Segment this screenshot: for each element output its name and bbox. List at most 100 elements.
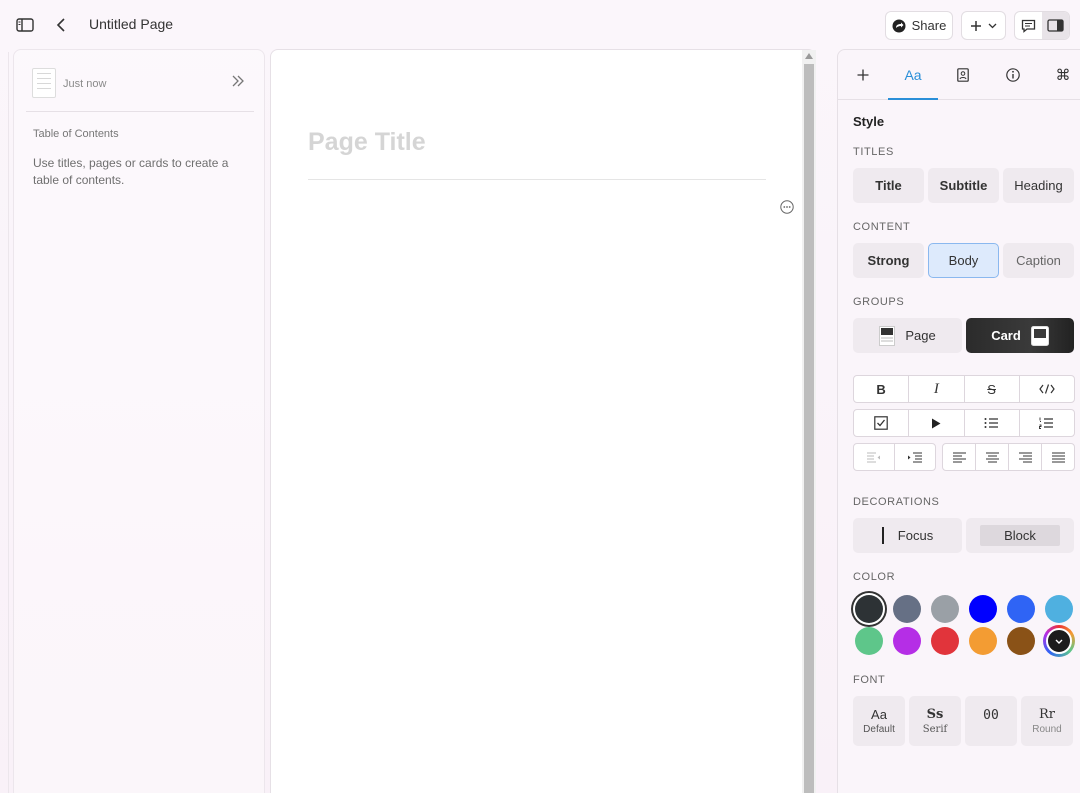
title-divider xyxy=(308,179,766,180)
font-default-button[interactable]: Aa Default xyxy=(853,696,905,746)
last-edited-timestamp: Just now xyxy=(63,78,107,90)
panel-toggle-icon[interactable] xyxy=(1042,12,1069,39)
comment-icon[interactable] xyxy=(1015,12,1042,39)
share-button[interactable]: Share xyxy=(885,11,953,40)
active-tab-indicator xyxy=(888,98,938,100)
image-icon xyxy=(957,68,969,82)
align-right-icon[interactable] xyxy=(1009,444,1042,470)
strong-style-button[interactable]: Strong xyxy=(853,243,924,278)
color-heading: COLOR xyxy=(853,571,896,583)
sidebar-divider xyxy=(26,111,254,112)
bullet-list-icon[interactable] xyxy=(965,410,1020,436)
align-left-icon[interactable] xyxy=(943,444,976,470)
body-style-button[interactable]: Body xyxy=(928,243,999,278)
font-serif-name: Serif xyxy=(922,724,948,735)
sidebar-toggle-icon[interactable] xyxy=(15,15,35,35)
color-swatch-sky-blue[interactable] xyxy=(1045,595,1073,623)
custom-color-picker[interactable] xyxy=(1043,625,1075,657)
card-group-button[interactable]: Card xyxy=(966,318,1074,353)
scrollbar-thumb[interactable] xyxy=(804,64,814,793)
numbered-list-icon[interactable] xyxy=(1020,410,1074,436)
font-serif-glyph: Ss xyxy=(926,707,944,722)
chevron-down-icon xyxy=(1046,628,1072,654)
font-default-glyph: Aa xyxy=(871,707,887,722)
panel-tabs: Aa ⌘ xyxy=(838,50,1080,100)
card-icon xyxy=(1030,325,1049,346)
title-style-button[interactable]: Title xyxy=(853,168,924,203)
color-swatch-charcoal[interactable] xyxy=(855,595,883,623)
plus-icon xyxy=(857,69,869,81)
color-swatch-green[interactable] xyxy=(855,627,883,655)
checkbox-icon[interactable] xyxy=(854,410,910,436)
focus-label: Focus xyxy=(897,528,934,543)
color-swatch-gray[interactable] xyxy=(931,595,959,623)
page-group-label: Page xyxy=(905,328,936,343)
font-serif-button[interactable]: Ss Serif xyxy=(909,696,961,746)
style-heading: Style xyxy=(853,114,885,129)
outdent-icon[interactable] xyxy=(854,444,895,470)
caption-style-button[interactable]: Caption xyxy=(1003,243,1074,278)
scroll-up-arrow-icon[interactable] xyxy=(805,53,813,59)
top-bar: Untitled Page Share xyxy=(0,0,1080,50)
tab-style[interactable]: Aa xyxy=(888,50,938,100)
justify-icon[interactable] xyxy=(1042,444,1074,470)
page-name[interactable]: Untitled Page xyxy=(89,16,173,32)
italic-icon[interactable]: I xyxy=(909,376,965,402)
color-swatch-slate[interactable] xyxy=(893,595,921,623)
titles-heading: TITLES xyxy=(853,146,894,158)
command-icon: ⌘ xyxy=(1055,67,1071,84)
tab-shortcuts[interactable]: ⌘ xyxy=(1038,50,1080,100)
subtitle-style-button[interactable]: Subtitle xyxy=(928,168,999,203)
bold-icon[interactable]: B xyxy=(854,376,910,402)
color-swatch-blue[interactable] xyxy=(969,595,997,623)
plus-icon xyxy=(971,20,981,31)
toc-title: Table of Contents xyxy=(33,128,119,140)
font-round-glyph: Rr xyxy=(1038,707,1055,722)
strikethrough-icon[interactable]: S xyxy=(965,376,1020,402)
page-title-placeholder[interactable]: Page Title xyxy=(308,128,426,157)
chevron-down-icon xyxy=(988,23,997,28)
share-icon xyxy=(892,19,906,32)
block-label: Block xyxy=(980,525,1060,546)
alignment-toolbar xyxy=(942,443,1075,471)
color-swatch-brown[interactable] xyxy=(1007,627,1035,655)
font-default-name: Default xyxy=(863,724,895,735)
more-options-icon[interactable] xyxy=(780,200,794,219)
font-heading: FONT xyxy=(853,674,886,686)
block-format-toolbar xyxy=(853,409,1075,437)
page-group-button[interactable]: Page xyxy=(853,318,962,353)
toggle-triangle-icon[interactable] xyxy=(909,410,965,436)
page-icon xyxy=(879,325,896,346)
indent-toolbar xyxy=(853,443,936,471)
document-thumbnail-icon[interactable] xyxy=(32,68,56,98)
card-group-label: Card xyxy=(991,328,1021,343)
text-format-toolbar: B I S xyxy=(853,375,1075,403)
focus-bar-icon xyxy=(881,527,884,544)
block-decoration-button[interactable]: Block xyxy=(966,518,1074,553)
heading-style-button[interactable]: Heading xyxy=(1003,168,1074,203)
left-sidebar: Just now Table of Contents Use titles, p… xyxy=(13,49,265,793)
font-round-name: Round xyxy=(1032,724,1062,735)
code-icon[interactable] xyxy=(1020,376,1074,402)
font-round-button[interactable]: Rr Round xyxy=(1021,696,1073,746)
focus-decoration-button[interactable]: Focus xyxy=(853,518,962,553)
indent-icon[interactable] xyxy=(895,444,935,470)
collapse-sidebar-icon[interactable] xyxy=(231,74,245,92)
toc-description: Use titles, pages or cards to create a t… xyxy=(33,156,229,187)
view-toggle-group xyxy=(1014,11,1070,40)
back-arrow-icon[interactable] xyxy=(52,15,70,35)
tab-insert[interactable] xyxy=(838,50,888,100)
font-mono-glyph: 00 xyxy=(983,708,999,723)
groups-heading: GROUPS xyxy=(853,296,905,308)
color-swatch-royal-blue[interactable] xyxy=(1007,595,1035,623)
tab-image[interactable] xyxy=(938,50,988,100)
align-center-icon[interactable] xyxy=(976,444,1009,470)
color-swatch-purple[interactable] xyxy=(893,627,921,655)
font-mono-button[interactable]: 00 xyxy=(965,696,1017,746)
style-panel: Aa ⌘ Style TITLES Title Subtitle Heading… xyxy=(837,49,1080,793)
add-menu-button[interactable] xyxy=(961,11,1006,40)
tab-info[interactable] xyxy=(988,50,1038,100)
color-swatch-orange[interactable] xyxy=(969,627,997,655)
color-swatch-red[interactable] xyxy=(931,627,959,655)
page-scrollbar[interactable] xyxy=(802,50,816,793)
